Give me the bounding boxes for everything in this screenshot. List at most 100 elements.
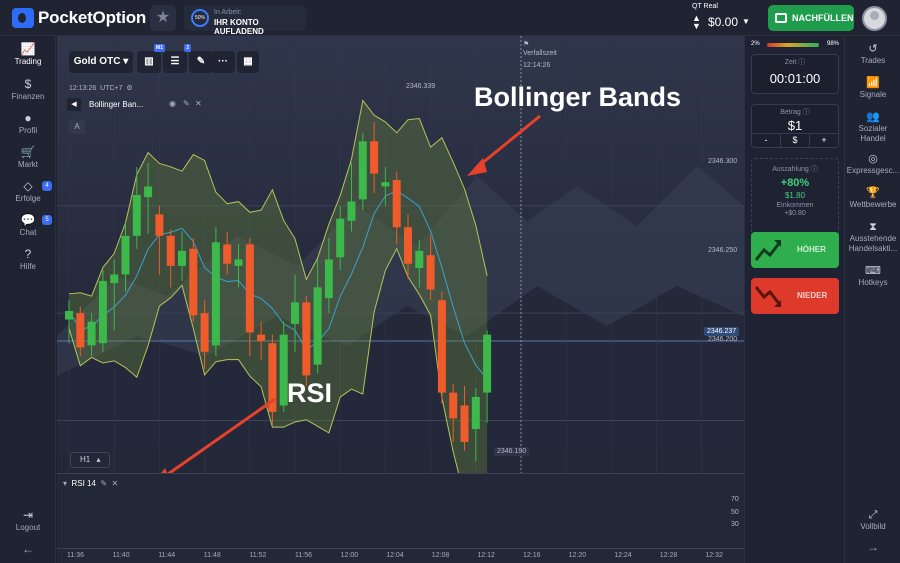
higher-button[interactable]: HÖHER bbox=[751, 232, 839, 268]
logo-mark-icon bbox=[12, 8, 34, 28]
text-tool-button[interactable]: A bbox=[69, 120, 85, 134]
current-price-tag: 2346.237 bbox=[704, 327, 740, 336]
candle-body bbox=[211, 242, 220, 346]
sentiment-gradient bbox=[767, 43, 819, 47]
nav-trading[interactable]: 📈 Trading bbox=[0, 42, 56, 66]
nav-label: Profil bbox=[18, 126, 38, 135]
candle-body bbox=[392, 179, 401, 228]
lower-button[interactable]: NIEDER bbox=[751, 278, 839, 314]
candle-body bbox=[76, 313, 85, 348]
clock-time: 12:13:26 bbox=[69, 85, 97, 92]
nav-profil[interactable]: ● Profil bbox=[0, 111, 56, 135]
time-tick: 11:56 bbox=[295, 552, 312, 559]
amount-minus-button[interactable]: - bbox=[752, 134, 781, 147]
candle-body bbox=[324, 259, 333, 299]
amount-box[interactable]: Betrag ⓘ $1 - $ + bbox=[751, 104, 839, 148]
indicators-button[interactable]: ☰ 2 bbox=[163, 44, 191, 73]
payout-caption: Auszahlung ⓘ bbox=[772, 166, 818, 173]
swap-arrows-icon: ▲ ▼ bbox=[692, 13, 701, 31]
topup-label: NACHFÜLLEN bbox=[792, 13, 854, 23]
erfolge-badge: 4 bbox=[42, 181, 52, 191]
sentiment-up-pct: 98% bbox=[826, 41, 839, 47]
nav-wettbewerbe[interactable]: 🏆 Wettbewerbe bbox=[845, 188, 900, 210]
users-icon: 👥 bbox=[866, 111, 880, 123]
candle-body bbox=[313, 287, 322, 365]
sentiment-bar: 2% 98% bbox=[751, 41, 839, 49]
candle-body bbox=[460, 405, 469, 442]
account-selector[interactable]: QT Real ▲ ▼ $0.00 ▼ bbox=[686, 3, 756, 33]
close-icon[interactable]: ✕ bbox=[195, 99, 202, 108]
nav-hotkeys[interactable]: ⌨ Hotkeys bbox=[845, 266, 900, 288]
nav-chat[interactable]: 💬 Chat 5 bbox=[0, 213, 56, 237]
nav-sozialer-handel[interactable]: 👥 Sozialer Handel bbox=[845, 112, 900, 144]
layout-button[interactable]: ▦ bbox=[237, 51, 259, 73]
candle-body bbox=[144, 186, 153, 198]
candle-body bbox=[302, 302, 311, 376]
timeframe-label: H1 bbox=[80, 455, 91, 464]
help-icon: ? bbox=[24, 247, 32, 261]
nav-signale[interactable]: 📶 Signale bbox=[845, 78, 900, 100]
trend-up-icon bbox=[755, 240, 781, 261]
collapse-indicators-button[interactable]: ◀ bbox=[67, 98, 81, 111]
cart-icon: 🛒 bbox=[20, 145, 36, 159]
logo[interactable]: PocketOption bbox=[12, 8, 146, 28]
close-icon[interactable]: ✕ bbox=[112, 479, 119, 488]
timeframe-button[interactable]: ▥ M1 bbox=[137, 44, 165, 73]
rsi-panel bbox=[57, 473, 744, 548]
expiry-flag-icon: ⚑ bbox=[523, 41, 530, 48]
candle-body bbox=[415, 250, 424, 269]
amount-caption: Betrag ⓘ bbox=[780, 109, 810, 116]
trophy-icon: 🏆 bbox=[866, 187, 880, 199]
nav-erfolge[interactable]: ◇ Erfolge 4 bbox=[0, 179, 56, 203]
rsi-level: 30 bbox=[731, 521, 739, 528]
favorites-star-button[interactable]: ★ bbox=[150, 5, 176, 31]
chart-area[interactable]: Gold OTC ▾ ▥ M1 ☰ 2 ✎ ··· ▦ 12:13:26 UTC… bbox=[57, 36, 744, 563]
chat-badge: 5 bbox=[42, 215, 52, 225]
nav-label: Expressgesc... bbox=[846, 166, 900, 175]
progress-label: In Arbeit: bbox=[214, 9, 242, 16]
nav-label: Sozialer Handel bbox=[858, 124, 888, 143]
nav-trades[interactable]: ↺ Trades bbox=[845, 44, 900, 66]
candle-timeframe-button[interactable]: H1 ▴ bbox=[70, 452, 110, 468]
dollar-icon: $ bbox=[24, 77, 32, 91]
candle-body bbox=[370, 141, 379, 174]
indicator-name: Bollinger Ban... bbox=[89, 100, 144, 109]
candle-body bbox=[132, 195, 141, 236]
nav-finanzen[interactable]: $ Finanzen bbox=[0, 77, 56, 101]
avatar[interactable] bbox=[862, 6, 887, 31]
edit-icon[interactable]: ✎ bbox=[100, 479, 107, 488]
chevron-down-icon: ▾ bbox=[123, 56, 129, 67]
lower-label: NIEDER bbox=[797, 291, 828, 300]
price-tick: 2346.250 bbox=[708, 247, 738, 254]
amount-plus-button[interactable]: + bbox=[810, 134, 838, 147]
edit-icon[interactable]: ✎ bbox=[183, 99, 190, 108]
nav-hilfe[interactable]: ? Hilfe bbox=[0, 247, 56, 271]
payout-amount: $1.80 bbox=[784, 191, 806, 200]
time-tick: 12:28 bbox=[659, 552, 678, 559]
eye-icon[interactable]: ◉ bbox=[169, 99, 176, 108]
collapse-left-arrow-icon[interactable]: ← bbox=[0, 542, 56, 556]
asset-selector[interactable]: Gold OTC ▾ bbox=[69, 51, 133, 73]
top-bar: PocketOption ★ 50% In Arbeit: IHR KONTO … bbox=[0, 0, 900, 36]
time-caption: Zeit ⓘ bbox=[784, 59, 806, 66]
currency-button[interactable]: $ bbox=[781, 134, 810, 147]
time-tick: 12:16 bbox=[523, 552, 541, 559]
time-axis: 11:36 11:40 11:44 11:48 11:52 11:56 12:00 12:04… bbox=[57, 548, 744, 563]
nav-ausstehende[interactable]: ⧗ Ausstehende Handelsakti... bbox=[845, 222, 900, 254]
target-icon: ◎ bbox=[868, 153, 878, 165]
account-progress-widget[interactable]: 50% In Arbeit: IHR KONTO AUFLADEND bbox=[184, 5, 306, 36]
expiry-time: 12:14:26 bbox=[523, 62, 551, 69]
nav-label: Trading bbox=[14, 57, 42, 66]
topup-button[interactable]: NACHFÜLLEN bbox=[768, 5, 854, 31]
nav-logout[interactable]: ⇥ Logout bbox=[0, 508, 56, 532]
candle-body bbox=[155, 214, 164, 236]
nav-express[interactable]: ◎ Expressgesc... bbox=[845, 154, 900, 176]
nav-markt[interactable]: 🛒 Markt bbox=[0, 145, 56, 169]
collapse-right-arrow-icon[interactable]: → bbox=[845, 541, 900, 553]
drawing-button[interactable]: ✎ bbox=[189, 51, 213, 73]
nav-label: Logout bbox=[15, 523, 41, 532]
time-box[interactable]: Zeit ⓘ 00:01:00 bbox=[751, 54, 839, 94]
nav-fullscreen[interactable]: ⤢ Vollbild bbox=[845, 510, 900, 532]
more-button[interactable]: ··· bbox=[211, 51, 235, 73]
collapse-rsi-icon[interactable]: ▾ bbox=[63, 479, 67, 488]
